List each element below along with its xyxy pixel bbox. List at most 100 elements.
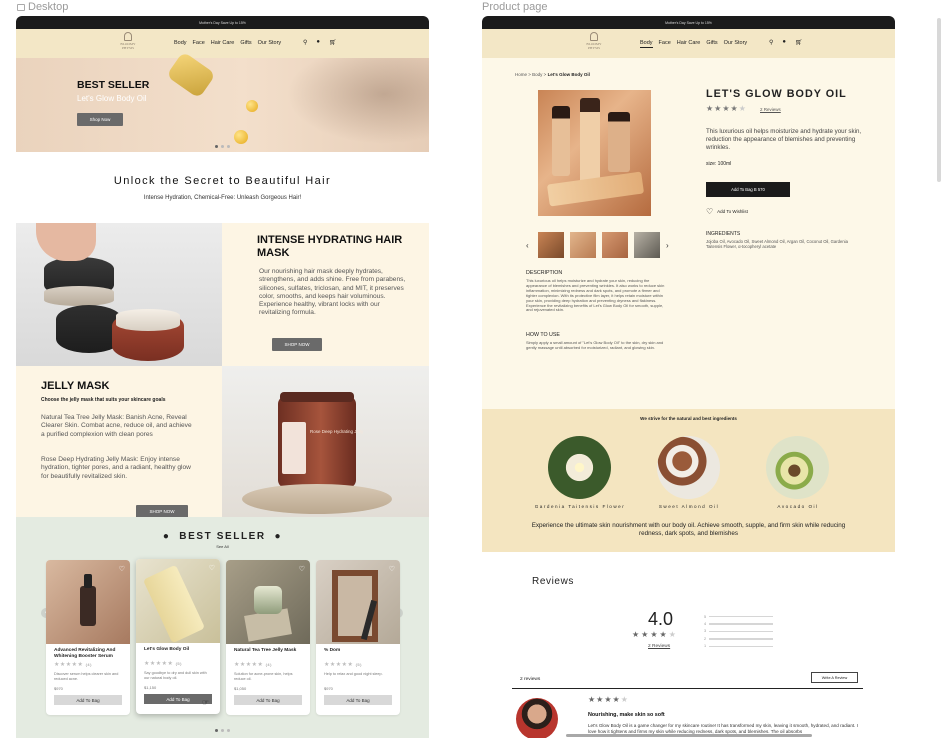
product-rating-stars: ★★★★★ — [706, 104, 747, 113]
jelly-mask-tea-tree-text: Natural Tea Tree Jelly Mask: Banish Acne… — [41, 414, 192, 438]
see-all-link[interactable]: See All — [16, 544, 429, 549]
nav-links: Body Face Hair Care Gifts Our Story — [174, 40, 281, 46]
review-title: Nourishing, make skin so soft — [588, 712, 665, 718]
brand-logo[interactable]: BLOOMY PHYSIS — [112, 32, 144, 50]
cart-icon[interactable]: 🛒︎ — [795, 39, 803, 46]
rating-bar-label: 3 — [704, 629, 707, 634]
leaf-shadow-decor — [279, 58, 429, 148]
nav-item-our-story[interactable]: Our Story — [258, 40, 282, 46]
search-icon[interactable]: ⚲ — [303, 39, 307, 46]
breadcrumb: Home > Body > Let's Glow Body Oil — [515, 72, 590, 77]
reviewer-avatar — [516, 698, 558, 738]
nav-item-our-story[interactable]: Our Story — [724, 40, 748, 48]
heart-icon: ♡ — [706, 207, 714, 216]
nav-item-hair-care[interactable]: Hair Care — [211, 40, 235, 46]
oil-bottle-image — [166, 51, 216, 99]
brand-logo[interactable]: BLOOMY PHYSIS — [578, 32, 610, 50]
product-card[interactable]: ♡ % Dom ★★★★★ (5) Help to relax and good… — [316, 560, 400, 715]
secret-subtitle: Intense Hydration, Chemical-Free: Unleas… — [143, 195, 302, 201]
vertical-scrollbar[interactable] — [937, 18, 941, 182]
card-review-count: (5) — [175, 661, 182, 666]
hair-mask-shop-button[interactable]: SHOP NOW — [272, 338, 322, 351]
rose-jelly-jar-image: Rose Deep Hydrating Jelly — [222, 366, 429, 517]
review-text: Let's Glow Body Oil is a game changer fo… — [588, 723, 858, 734]
ingredients-section-heading: We strive for the natural and best ingre… — [640, 416, 737, 421]
ingredients-section: We strive for the natural and best ingre… — [482, 409, 895, 552]
hair-mask-body: Our nourishing hair mask deeply hydrates… — [259, 268, 406, 317]
rating-bar-label: 2 — [704, 636, 707, 641]
jelly-mask-panel: JELLY MASK Choose the jelly mask that su… — [16, 366, 222, 518]
secret-title: Unlock the Secret to Beautiful Hair — [113, 175, 332, 187]
product-reviews-link[interactable]: 2 Reviews — [760, 107, 781, 112]
add-to-bag-button[interactable]: Add To Bag — [234, 695, 302, 705]
wishlist-label: Add To Wishlist — [717, 209, 748, 214]
top-nav: BLOOMY PHYSIS Body Face Hair Care Gifts … — [16, 29, 429, 58]
best-seller-carousel-dots[interactable] — [215, 729, 230, 732]
reviews-heading: Reviews — [532, 576, 574, 587]
description-text: This luxurious oil helps moisturize and … — [526, 278, 665, 313]
rating-bar-label: 4 — [704, 622, 707, 627]
user-icon[interactable]: ● — [316, 39, 320, 46]
ingredient-label: Avocado Oil — [777, 504, 819, 509]
card-desc: Help to relax and good night sleep. — [324, 672, 383, 676]
product-card[interactable]: ♡ Let's Glow Body Oil ★★★★★ (5) Say good… — [136, 559, 220, 714]
card-stars: ★★★★★ (5) — [144, 661, 182, 667]
jelly-mask-title: JELLY MASK — [41, 380, 110, 392]
nav-item-body[interactable]: Body — [174, 40, 187, 46]
breadcrumb-body[interactable]: Body — [532, 72, 542, 77]
nav-item-gifts[interactable]: Gifts — [706, 40, 717, 48]
thumbnail[interactable] — [570, 232, 596, 258]
search-icon[interactable]: ⚲ — [769, 39, 773, 46]
nav-icons: ⚲ ● 🛒︎ — [303, 39, 337, 46]
jar-label-text: Rose Deep Hydrating Jelly — [310, 429, 364, 434]
review-count-link[interactable]: 2 Reviews — [648, 644, 670, 649]
breadcrumb-home[interactable]: Home — [515, 72, 527, 77]
rating-bar-label: 1 — [704, 644, 707, 649]
thumbnail[interactable] — [538, 232, 564, 258]
jelly-mask-lead: Choose the jelly mask that suits your sk… — [41, 397, 166, 403]
add-to-bag-button[interactable]: Add To Bag — [54, 695, 122, 705]
product-card[interactable]: ♡ Advanced Revitalizing And Whitening Bo… — [46, 560, 130, 715]
user-icon[interactable]: ● — [782, 39, 786, 46]
wishlist-heart-icon[interactable]: ♡ — [119, 565, 125, 573]
hair-mask-jars-image — [16, 223, 222, 366]
thumbnail[interactable] — [602, 232, 628, 258]
add-to-wishlist-button[interactable]: ♡ Add To Wishlist — [706, 207, 748, 216]
rating-bar: 4 — [704, 620, 774, 627]
wishlist-heart-icon[interactable]: ♡ — [299, 565, 305, 573]
thumb-prev-icon[interactable]: ‹ — [526, 241, 532, 250]
rating-bar: 3 — [704, 628, 774, 635]
wishlist-heart-icon[interactable]: ♡ — [209, 564, 215, 572]
horizontal-scrollbar[interactable] — [566, 734, 812, 737]
desktop-frame-label[interactable]: Desktop — [17, 1, 68, 13]
nav-item-face[interactable]: Face — [193, 40, 205, 46]
thumbnail[interactable] — [634, 232, 660, 258]
hand-image — [36, 223, 96, 261]
card-stars: ★★★★★ (4) — [234, 662, 272, 668]
cart-icon[interactable]: 🛒︎ — [329, 39, 337, 46]
product-size: size: 100ml — [706, 161, 732, 167]
card-price: $1,150 — [144, 685, 157, 690]
hero-carousel-dots[interactable] — [215, 145, 230, 148]
write-review-button[interactable]: Write A Review — [811, 672, 858, 683]
nav-item-gifts[interactable]: Gifts — [240, 40, 251, 46]
product-frame: Mother's Day Save Up to 15% BLOOMY PHYSI… — [482, 16, 895, 738]
product-frame-label[interactable]: Product page — [482, 1, 547, 13]
nav-item-face[interactable]: Face — [659, 40, 671, 48]
thumb-next-icon[interactable]: › — [666, 241, 672, 250]
card-review-count: (4) — [265, 662, 272, 667]
card-name: % Dom — [324, 648, 341, 653]
add-to-bag-button[interactable]: Add To Bag B 570 — [706, 182, 790, 197]
product-card[interactable]: ♡ Natural Tea Tree Jelly Mask ★★★★★ (4) … — [226, 560, 310, 715]
rating-bar: 5 — [704, 613, 774, 620]
logo-icon — [124, 32, 132, 41]
add-to-bag-button[interactable]: Add To Bag — [324, 695, 392, 705]
card-review-count: (5) — [355, 662, 362, 667]
review-stars: ★★★★★ — [588, 695, 629, 704]
nav-item-body[interactable]: Body — [640, 40, 653, 48]
wishlist-heart-icon[interactable]: ♡ — [389, 565, 395, 573]
nav-item-hair-care[interactable]: Hair Care — [677, 40, 701, 48]
card-stars: ★★★★★ (5) — [324, 662, 362, 668]
best-seller-title-text: BEST SELLER — [179, 531, 266, 542]
shop-now-button[interactable]: Shop Now — [77, 113, 123, 126]
